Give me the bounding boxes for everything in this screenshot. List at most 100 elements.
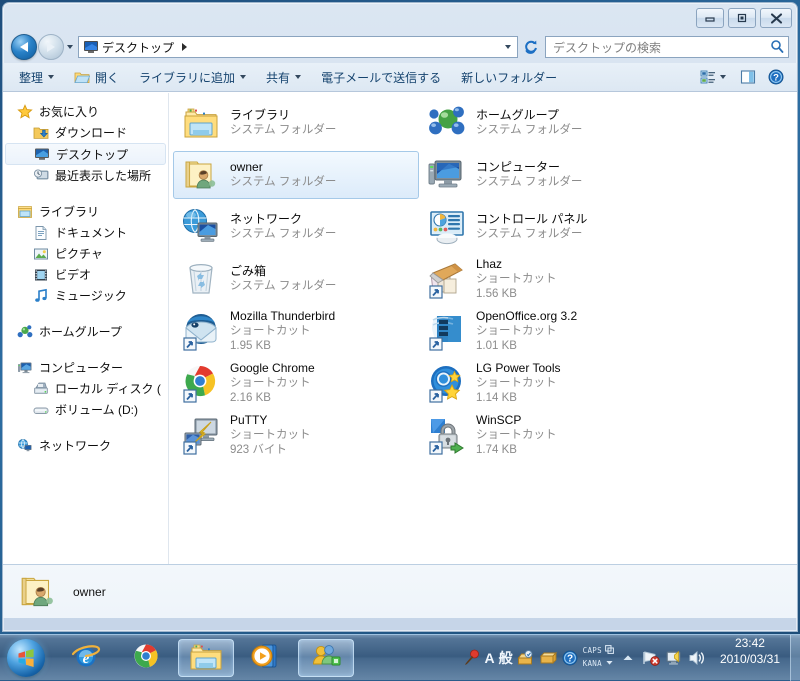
file-item-lhaz[interactable]: Lhaz ショートカット 1.56 KB [419, 255, 665, 303]
ime-caps-row[interactable]: CAPS [583, 645, 614, 658]
taskbar-button-explorer[interactable] [178, 639, 234, 677]
toolbar-item-open[interactable]: 開く [64, 66, 129, 89]
ime-kana-row[interactable]: KANA [583, 658, 614, 671]
taskbar-button-media-player[interactable] [238, 639, 294, 677]
refresh-button[interactable] [520, 36, 542, 58]
ime-layout-icon[interactable] [605, 645, 614, 658]
file-item-chrome[interactable]: Google Chrome ショートカット 2.16 KB [173, 359, 419, 407]
file-item-meta: Google Chrome ショートカット 2.16 KB [230, 361, 315, 406]
libraries-icon [181, 103, 221, 143]
forward-button[interactable] [38, 34, 64, 60]
toolbar-item-send-email[interactable]: 電子メールで送信する [311, 66, 451, 89]
file-item-name: owner [230, 160, 336, 175]
sidebar-item-downloads[interactable]: ダウンロード [3, 122, 168, 143]
file-item-name: LG Power Tools [476, 361, 561, 376]
volume-icon[interactable] [688, 649, 706, 667]
ime-pad-icon[interactable] [539, 649, 557, 667]
toolbar-view-button[interactable] [693, 66, 731, 89]
toolbar-item-new-folder[interactable]: 新しいフォルダー [451, 66, 567, 89]
window-controls [696, 8, 792, 28]
nav-header-libraries[interactable]: ライブラリ [3, 201, 168, 222]
file-item-name: コンピューター [476, 160, 582, 175]
toolbar-item-add-to-library[interactable]: ライブラリに追加 [129, 66, 256, 89]
toolbar-item-label: 共有 [266, 69, 290, 86]
taskbar-button-homegroup[interactable] [298, 639, 354, 677]
network-icon [181, 207, 221, 247]
sidebar-item-homegroup[interactable]: ホームグループ [3, 321, 168, 342]
ime-options-caret-icon[interactable] [605, 658, 614, 671]
file-item-putty[interactable]: PuTTY ショートカット 923 バイト [173, 411, 419, 459]
ime-tools-icon[interactable] [517, 649, 535, 667]
taskbar-button-google-chrome[interactable] [118, 639, 174, 677]
file-item-type: ショートカット [476, 428, 557, 443]
file-item-computer[interactable]: コンピューター システム フォルダー [419, 151, 665, 199]
sidebar-item-recent-places[interactable]: 最近表示した場所 [3, 165, 168, 186]
view-list-icon [700, 69, 716, 85]
address-dropdown-button[interactable] [505, 45, 515, 49]
nav-group-favorites: お気に入り ダウンロード [3, 101, 168, 186]
tray-overflow-button[interactable] [619, 649, 637, 667]
toolbar-item-share[interactable]: 共有 [256, 66, 311, 89]
start-button[interactable] [0, 635, 52, 680]
search-input[interactable]: デスクトップの検索 [553, 39, 770, 56]
clock[interactable]: 23:42 2010/03/31 [710, 635, 788, 680]
navigation-pane[interactable]: お気に入り ダウンロード [3, 93, 169, 564]
music-icon [33, 288, 49, 304]
toolbar-preview-pane-button[interactable] [731, 66, 765, 89]
file-item-libraries[interactable]: ライブラリ システム フォルダー [173, 99, 419, 147]
close-button[interactable] [760, 8, 792, 28]
file-item-control-panel[interactable]: コントロール パネル システム フォルダー [419, 203, 665, 251]
file-list-pane[interactable]: ライブラリ システム フォルダー [169, 93, 797, 564]
nav-header-favorites[interactable]: お気に入り [3, 101, 168, 122]
file-item-homegroup[interactable]: ホームグループ システム フォルダー [419, 99, 665, 147]
sidebar-item-computer[interactable]: コンピューター [3, 357, 168, 378]
preview-pane-icon [740, 69, 756, 85]
file-item-network[interactable]: ネットワーク システム フォルダー [173, 203, 419, 251]
toolbar-help-button[interactable]: ? [765, 66, 791, 89]
sidebar-item-desktop[interactable]: デスクトップ [5, 143, 166, 165]
file-item-lg-power-tools[interactable]: LG Power Tools ショートカット 1.14 KB [419, 359, 665, 407]
file-item-winscp[interactable]: WinSCP ショートカット 1.74 KB [419, 411, 665, 459]
nav-group-homegroup: ホームグループ [3, 321, 168, 342]
sidebar-item-documents[interactable]: ドキュメント [3, 222, 168, 243]
action-center-icon[interactable] [665, 649, 683, 667]
homegroup-icon [427, 103, 467, 143]
search-box[interactable]: デスクトップの検索 [545, 36, 789, 58]
ime-help-icon[interactable]: ? [561, 649, 579, 667]
breadcrumb-separator[interactable] [182, 43, 187, 51]
minimize-button[interactable] [696, 8, 724, 28]
file-item-meta: Mozilla Thunderbird ショートカット 1.95 KB [230, 309, 335, 354]
ime-language-bar[interactable]: A 般 ? [463, 645, 614, 671]
file-item-name: OpenOffice.org 3.2 [476, 309, 577, 324]
ime-pen-icon[interactable] [463, 649, 481, 667]
title-bar[interactable] [3, 3, 797, 31]
file-item-owner[interactable]: owner システム フォルダー [173, 151, 419, 199]
taskbar-button-internet-explorer[interactable]: e [58, 639, 114, 677]
ime-conversion-mode[interactable]: 般 [499, 648, 513, 668]
sidebar-item-pictures[interactable]: ピクチャ [3, 243, 168, 264]
details-pane: owner [3, 564, 797, 618]
nav-item-label: ビデオ [55, 266, 91, 283]
taskbar-empty-area[interactable] [354, 635, 463, 680]
file-item-openoffice[interactable]: OpenOffice.org 3.2 ショートカット 1.01 KB [419, 307, 665, 355]
sidebar-item-local-disk[interactable]: ローカル ディスク ( [3, 378, 168, 399]
sidebar-item-network[interactable]: ネットワーク [3, 435, 168, 456]
breadcrumb-desktop[interactable]: デスクトップ [102, 39, 174, 56]
file-item-meta: OpenOffice.org 3.2 ショートカット 1.01 KB [476, 309, 577, 354]
maximize-button[interactable] [728, 8, 756, 28]
sidebar-item-music[interactable]: ミュージック [3, 285, 168, 306]
address-bar[interactable]: デスクトップ [78, 36, 518, 58]
winscp-icon [427, 415, 467, 455]
file-item-thunderbird[interactable]: Mozilla Thunderbird ショートカット 1.95 KB [173, 307, 419, 355]
ime-input-mode[interactable]: A [485, 650, 495, 666]
sidebar-item-volume-d[interactable]: ボリューム (D:) [3, 399, 168, 420]
file-item-recycle-bin[interactable]: ごみ箱 システム フォルダー [173, 255, 419, 303]
recent-locations-button[interactable] [64, 34, 76, 60]
show-desktop-button[interactable] [790, 635, 800, 681]
network-error-icon[interactable] [642, 649, 660, 667]
back-button[interactable] [11, 34, 37, 60]
toolbar-item-organize[interactable]: 整理 [9, 66, 64, 89]
system-tray: A 般 ? [463, 635, 710, 680]
sidebar-item-videos[interactable]: ビデオ [3, 264, 168, 285]
search-icon[interactable] [770, 39, 784, 56]
